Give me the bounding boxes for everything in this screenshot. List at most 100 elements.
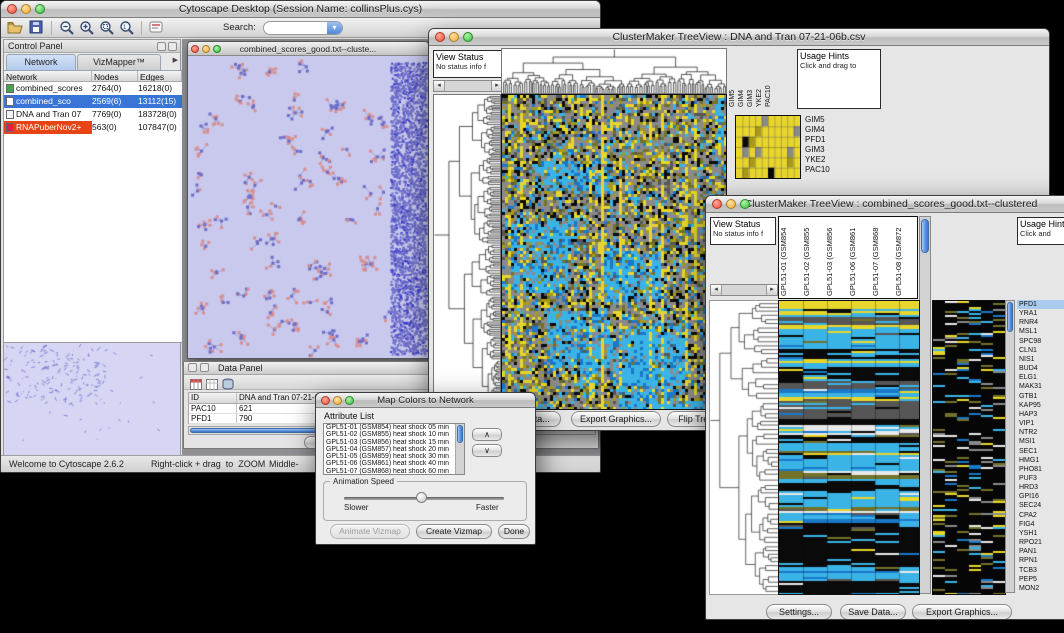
gene-label[interactable]: GPI16 (1017, 492, 1064, 501)
gene-label[interactable]: MSL1 (1017, 327, 1064, 336)
gene-label[interactable]: GIM5 (805, 115, 855, 125)
array-label[interactable]: GPL51-01 (GSM854 (779, 217, 802, 298)
dna-tree-hscrollbar[interactable]: ◂ ▸ (433, 80, 503, 92)
close-panel-icon[interactable] (168, 42, 177, 51)
array-label[interactable]: GIM4 (738, 49, 747, 107)
scroll-left-icon[interactable]: ◂ (434, 81, 445, 91)
array-label[interactable]: GPL51-07 (GSM868 (871, 217, 894, 298)
scroll-right-icon[interactable]: ▸ (766, 285, 777, 295)
gene-label[interactable]: HAP3 (1017, 410, 1064, 419)
scrollbar-thumb[interactable] (921, 219, 929, 253)
maximize-icon[interactable] (345, 396, 354, 405)
gene-label[interactable]: PAC10 (805, 165, 855, 175)
gene-label[interactable]: VIP1 (1017, 419, 1064, 428)
maximize-icon[interactable] (463, 32, 473, 42)
combined-tree-hscrollbar[interactable]: ◂ ▸ (710, 284, 778, 296)
attribute-list-item[interactable]: GPL51-06 (GSM861) heat shock 40 min (324, 460, 455, 467)
zoom-selected-icon[interactable] (99, 20, 115, 41)
gene-label[interactable]: ELG1 (1017, 373, 1064, 382)
search-dropdown-icon[interactable]: ▾ (327, 22, 342, 34)
zoom-in-icon[interactable] (79, 20, 95, 41)
close-icon[interactable] (712, 199, 722, 209)
gene-label[interactable]: YSH1 (1017, 529, 1064, 538)
save-icon[interactable] (29, 20, 43, 39)
close-icon[interactable] (7, 4, 17, 14)
column-nodes[interactable]: Nodes (92, 71, 138, 81)
save-data-button[interactable]: Save Data... (840, 604, 906, 620)
attribute-list-item[interactable]: GPL51-05 (GSM859) heat shock 30 min (324, 453, 455, 460)
minimize-icon[interactable] (333, 396, 342, 405)
tab-vizmapper[interactable]: VizMapper™ (77, 54, 161, 70)
array-label[interactable]: GPL51-03 (GSM856 (825, 217, 848, 298)
attribute-list-item[interactable]: GPL51-04 (GSM857) heat shock 20 min (324, 446, 455, 453)
tab-overflow-icon[interactable]: ▶ (173, 56, 178, 64)
gene-label[interactable]: CLN1 (1017, 346, 1064, 355)
maximize-icon[interactable] (213, 45, 221, 53)
combined-selection-vscrollbar[interactable] (1005, 300, 1015, 593)
dna-titlebar[interactable]: ClusterMaker TreeView : DNA and Tran 07-… (429, 29, 1049, 46)
combined-selection-heatmap[interactable] (932, 300, 1006, 595)
gene-label[interactable]: PEP5 (1017, 575, 1064, 584)
gene-label[interactable]: PFD1 (805, 135, 855, 145)
network-view-titlebar[interactable]: combined_scores_good.txt--cluste... (188, 42, 428, 56)
close-icon[interactable] (435, 32, 445, 42)
gene-label[interactable]: FIG4 (1017, 520, 1064, 529)
move-up-button[interactable]: ∧ (472, 428, 502, 441)
gene-label[interactable]: CPA2 (1017, 511, 1064, 520)
attribute-list-item[interactable]: GPL51-01 (GSM854) heat shock 05 min (324, 424, 455, 431)
speed-slider-thumb[interactable] (416, 492, 427, 503)
gene-label[interactable]: HRD3 (1017, 483, 1064, 492)
array-label[interactable]: GPL51-08 (GSM872 (894, 217, 917, 298)
export-graphics-button[interactable]: Export Graphics... (912, 604, 1012, 620)
combined-heatmap[interactable] (778, 300, 920, 595)
gene-label[interactable]: PFD1 (1017, 300, 1064, 309)
dna-heatmap[interactable] (501, 94, 727, 410)
column-edges[interactable]: Edges (138, 71, 182, 81)
gene-label[interactable]: MSI1 (1017, 437, 1064, 446)
float-panel-icon[interactable] (157, 42, 166, 51)
clear-table-icon[interactable] (206, 377, 218, 388)
database-icon[interactable] (222, 377, 234, 388)
minimize-icon[interactable] (202, 45, 210, 53)
export-graphics-button[interactable]: Export Graphics... (571, 411, 661, 427)
gene-label[interactable]: MAK31 (1017, 382, 1064, 391)
combined-gene-dendrogram[interactable] (709, 300, 780, 595)
column-id[interactable]: ID (189, 393, 237, 403)
main-titlebar[interactable]: Cytoscape Desktop (Session Name: collins… (1, 1, 600, 18)
gene-label[interactable]: MON2 (1017, 584, 1064, 593)
gene-label[interactable]: GTB1 (1017, 392, 1064, 401)
array-label[interactable]: YKE2 (756, 49, 765, 107)
search-input[interactable]: ▾ (263, 21, 343, 35)
gene-label[interactable]: PAN1 (1017, 547, 1064, 556)
gene-label[interactable]: SPC98 (1017, 337, 1064, 346)
minimize-icon[interactable] (449, 32, 459, 42)
gene-label[interactable]: RNR4 (1017, 318, 1064, 327)
done-button[interactable]: Done (498, 524, 530, 539)
attribute-list-item[interactable]: GPL51-07 (GSM868) heat shock 60 min (324, 468, 455, 475)
network-view-canvas[interactable] (188, 56, 428, 358)
array-label[interactable]: GPL51-06 (GSM861 (848, 217, 871, 298)
gene-label[interactable]: RPO21 (1017, 538, 1064, 547)
dialog-titlebar[interactable]: Map Colors to Network (316, 393, 535, 408)
create-vizmap-button[interactable]: Create Vizmap (416, 524, 492, 539)
settings-button[interactable]: Settings... (766, 604, 832, 620)
attribute-list-scrollbar[interactable] (455, 424, 464, 474)
gene-label[interactable]: YKE2 (805, 155, 855, 165)
array-label[interactable]: PAC10 (765, 49, 774, 107)
gene-label[interactable]: PUF3 (1017, 474, 1064, 483)
float-panel-icon[interactable] (188, 363, 197, 372)
gene-label[interactable]: KAP95 (1017, 401, 1064, 410)
close-icon[interactable] (191, 45, 199, 53)
attribute-list-item[interactable]: GPL51-02 (GSM855) heat shock 10 min (324, 431, 455, 438)
move-down-button[interactable]: ∨ (472, 444, 502, 457)
zoom-out-icon[interactable] (59, 20, 75, 41)
column-network[interactable]: Network (4, 71, 92, 81)
combined-titlebar[interactable]: ClusterMaker TreeView : combined_scores_… (706, 196, 1064, 213)
array-label[interactable]: GIM3 (747, 49, 756, 107)
array-label[interactable]: GIM5 (729, 49, 738, 107)
gene-label[interactable]: RPN1 (1017, 556, 1064, 565)
network-overview-panel[interactable] (4, 342, 182, 456)
array-label[interactable]: GPL51-02 (GSM855 (802, 217, 825, 298)
dna-selection-heatmap[interactable] (735, 115, 801, 179)
network-overview-canvas[interactable] (4, 343, 180, 455)
